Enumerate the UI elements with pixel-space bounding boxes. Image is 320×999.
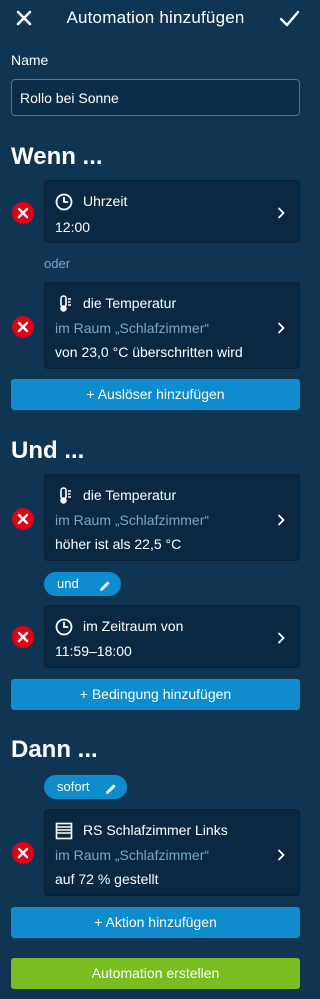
name-label: Name (11, 52, 49, 68)
shutter-icon (55, 822, 73, 840)
separator-oder: oder (44, 256, 71, 271)
delete-trigger-1-icon[interactable] (11, 201, 35, 225)
delete-condition-1-icon[interactable] (11, 507, 35, 531)
page-title: Automation hinzufügen (66, 8, 245, 27)
chevron-right-icon (275, 206, 287, 219)
chevron-right-icon (275, 848, 287, 861)
add-action-button[interactable]: + Aktion hinzufügen (11, 907, 300, 938)
name-input[interactable] (11, 79, 300, 116)
create-automation-button[interactable]: Automation erstellen (11, 958, 300, 989)
action-card-shutter[interactable]: RS Schlafzimmer Links im Raum „Schlafzim… (44, 809, 300, 896)
section-title-und: Und ... (11, 437, 85, 464)
operator-chip-und[interactable]: und (44, 572, 121, 596)
card-title: die Temperatur (83, 295, 177, 311)
card-title: RS Schlafzimmer Links (83, 822, 228, 838)
clock-icon (55, 193, 73, 211)
chevron-right-icon (275, 513, 287, 526)
condition-card-temperature[interactable]: die Temperatur im Raum „Schlafzimmer“ hö… (44, 474, 300, 561)
confirm-check-icon[interactable] (277, 6, 301, 30)
card-room: im Raum „Schlafzimmer“ (55, 847, 210, 863)
add-condition-button[interactable]: + Bedingung hinzufügen (11, 679, 300, 710)
condition-card-timerange[interactable]: im Zeitraum von 11:59–18:00 (44, 605, 300, 668)
card-title: im Zeitraum von (83, 618, 184, 634)
card-room: im Raum „Schlafzimmer“ (55, 320, 210, 336)
add-trigger-button[interactable]: + Auslöser hinzufügen (11, 379, 300, 410)
card-detail: 11:59–18:00 (55, 643, 132, 659)
close-icon[interactable] (12, 6, 36, 30)
chip-label: und (57, 576, 79, 591)
chip-label: sofort (57, 779, 90, 794)
delete-action-1-icon[interactable] (11, 841, 35, 865)
card-detail: auf 72 % gestellt (55, 871, 159, 887)
card-title: die Temperatur (83, 487, 177, 503)
trigger-card-time[interactable]: Uhrzeit 12:00 (44, 180, 300, 243)
pencil-icon (104, 780, 118, 794)
section-title-dann: Dann ... (11, 736, 98, 763)
pencil-icon (98, 577, 112, 591)
card-detail: höher ist als 22,5 °C (55, 536, 182, 552)
clock-icon (55, 618, 73, 636)
chevron-right-icon (275, 631, 287, 644)
card-title: Uhrzeit (83, 193, 128, 209)
delete-condition-2-icon[interactable] (11, 625, 35, 649)
chevron-right-icon (275, 321, 287, 334)
timing-chip-sofort[interactable]: sofort (44, 775, 127, 799)
thermometer-icon (55, 295, 73, 313)
thermometer-icon (55, 487, 73, 505)
app-header: Automation hinzufügen (0, 0, 311, 38)
section-title-wenn: Wenn ... (11, 143, 103, 170)
card-detail: 12:00 (55, 219, 91, 235)
card-detail: von 23,0 °C überschritten wird (55, 344, 243, 360)
card-room: im Raum „Schlafzimmer“ (55, 512, 210, 528)
trigger-card-temperature[interactable]: die Temperatur im Raum „Schlafzimmer“ vo… (44, 282, 300, 369)
delete-trigger-2-icon[interactable] (11, 315, 35, 339)
